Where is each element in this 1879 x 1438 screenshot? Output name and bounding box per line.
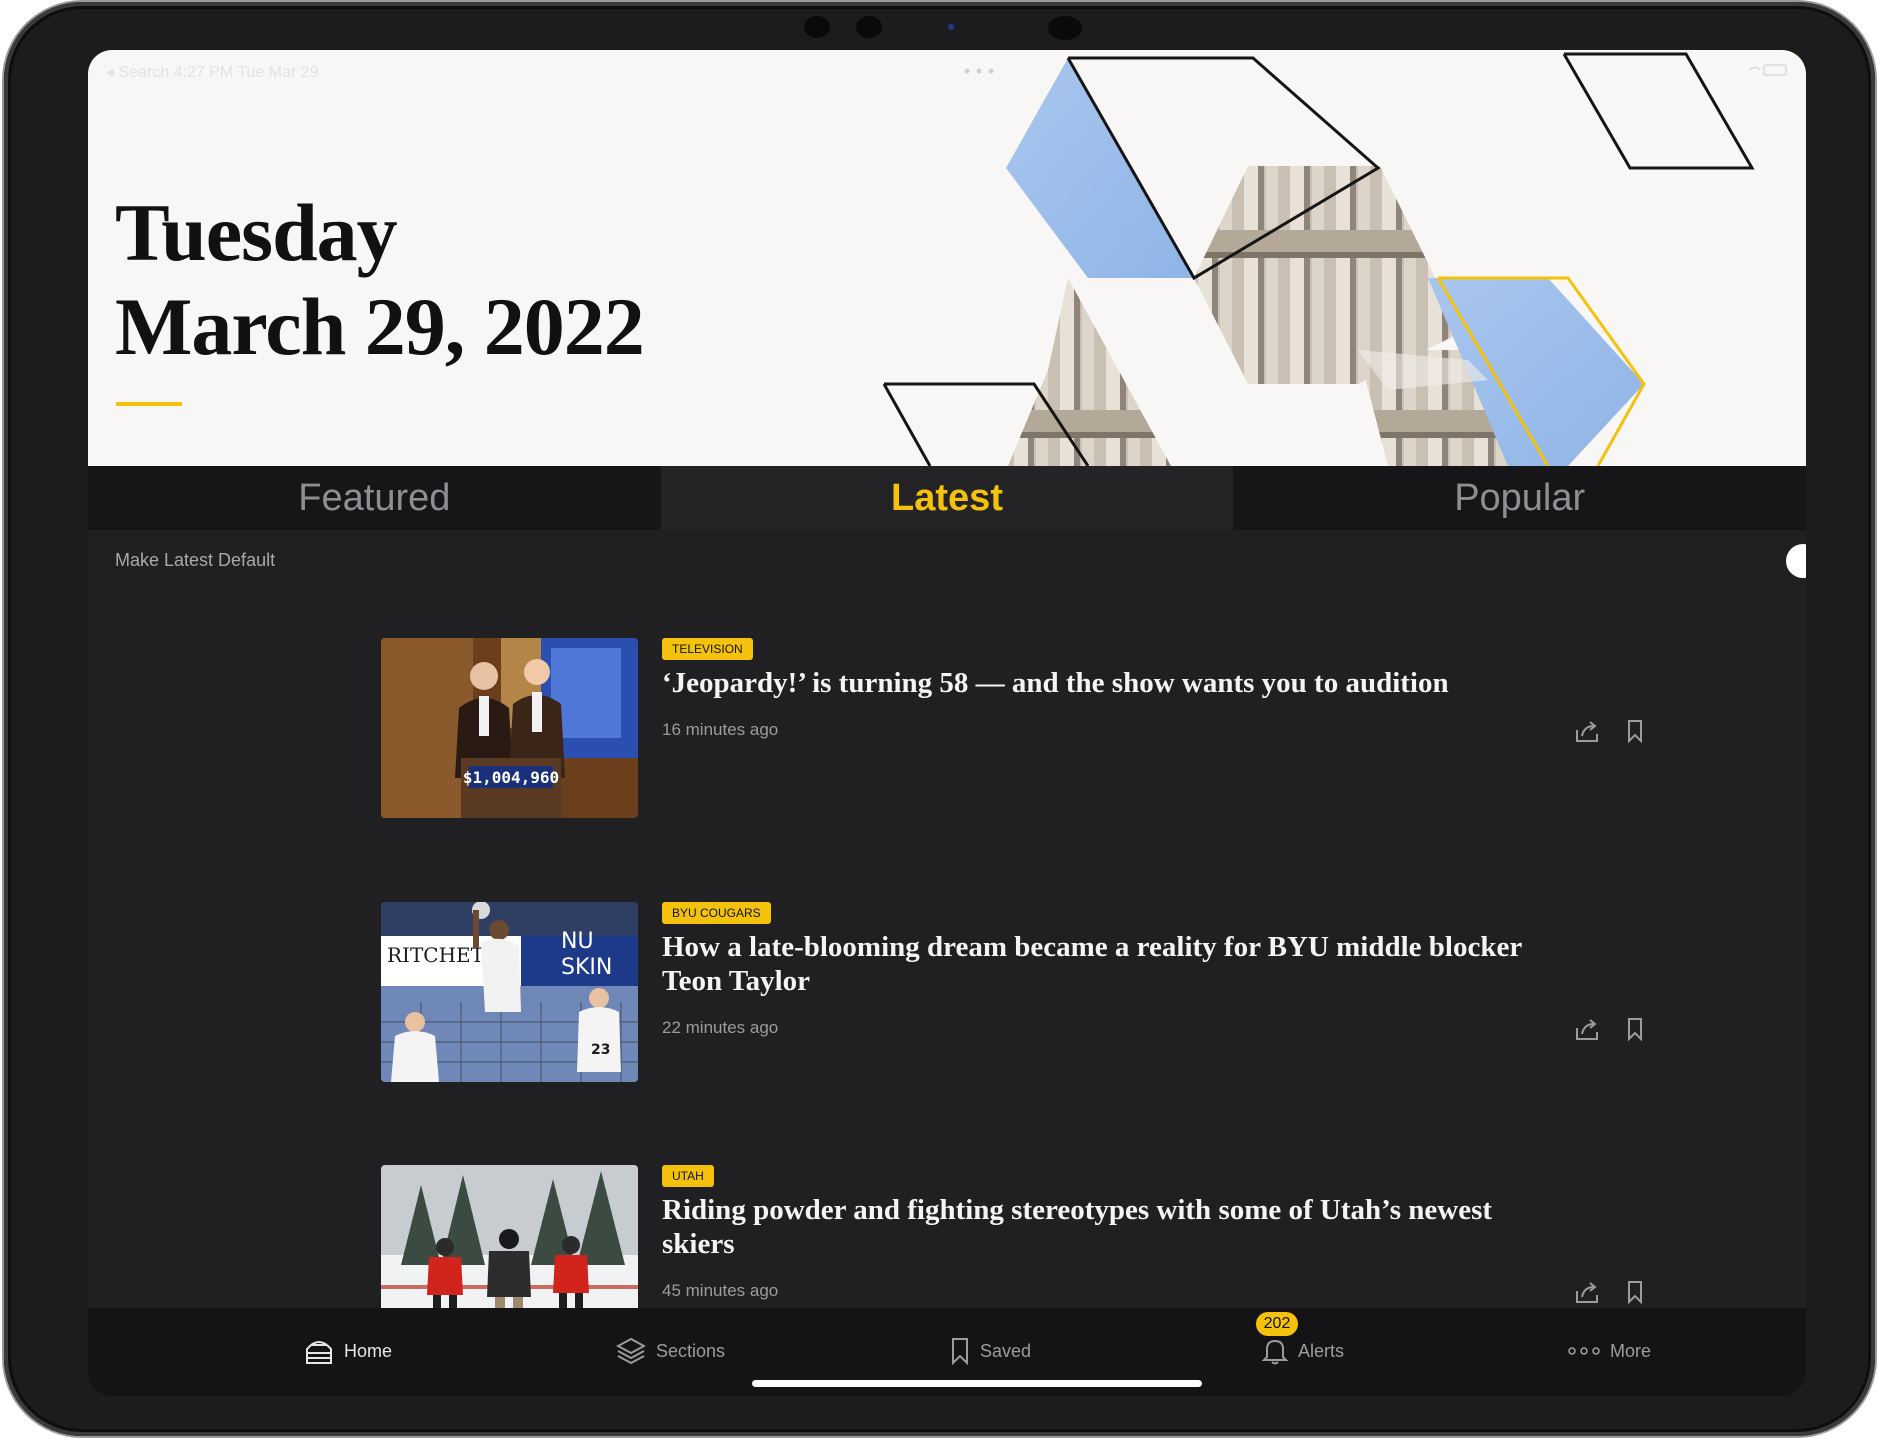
bell-icon [1262,1339,1288,1365]
jeopardy-photo: $1,004,960 [381,638,638,818]
category-badge[interactable]: BYU COUGARS [662,902,771,924]
article-card[interactable]: RITCHETT NU SKIN 23 BYU COUGARS How a la… [381,902,1642,1082]
article-card[interactable]: $1,004,960 TELEVISION ‘Jeopardy!’ is tur… [381,638,1642,818]
tabbar-saved[interactable]: Saved [950,1334,1031,1368]
tablet-frame: ◂ Search 4:27 PM Tue Mar 29 Tuesday Marc… [4,2,1875,1436]
bookmark-icon [952,1338,968,1365]
banner-text: NU [561,929,594,954]
tab-featured[interactable]: Featured [88,466,661,530]
tabbar-sections[interactable]: Sections [616,1334,725,1368]
article-headline[interactable]: How a late-blooming dream became a reali… [662,930,1562,998]
more-icon [1568,1347,1600,1355]
date-title: March 29, 2022 [115,281,645,372]
battery-icon [1749,64,1787,76]
date-header: ◂ Search 4:27 PM Tue Mar 29 Tuesday Marc… [88,50,1806,466]
share-icon[interactable] [1574,1016,1600,1042]
tabbar-alerts[interactable]: Alerts [1262,1334,1344,1368]
tabbar-label: Alerts [1298,1340,1345,1361]
banner-text: SKIN [561,955,612,980]
article-headline[interactable]: Riding powder and fighting stereotypes w… [662,1193,1562,1261]
sensor-dot [1048,16,1082,40]
alerts-count-badge: 202 [1256,1312,1298,1336]
status-bar: ◂ Search 4:27 PM Tue Mar 29 [88,58,1806,82]
sensor-dot [804,16,830,38]
article-time: 16 minutes ago [662,720,779,739]
article-time: 45 minutes ago [662,1281,779,1300]
make-default-label: Make Latest Default [115,550,276,570]
tabbar-label: Sections [656,1340,726,1361]
jersey-number: 23 [591,1042,610,1058]
tabbar-more[interactable]: More [1568,1334,1651,1368]
layers-icon [616,1337,646,1365]
bookmark-icon[interactable] [1625,1279,1645,1305]
category-badge[interactable]: TELEVISION [662,638,753,660]
article-headline[interactable]: ‘Jeopardy!’ is turning 58 — and the show… [662,666,1562,700]
tab-popular[interactable]: Popular [1233,466,1806,530]
make-default-toggle[interactable] [1786,544,1806,578]
multitask-dots-icon[interactable] [964,68,994,74]
tabbar-label: Saved [980,1340,1032,1361]
bookmark-icon[interactable] [1625,1016,1645,1042]
bookmark-icon[interactable] [1625,718,1645,744]
volleyball-photo: RITCHETT NU SKIN 23 [381,902,638,1082]
tab-latest[interactable]: Latest [660,466,1234,530]
article-thumbnail[interactable]: $1,004,960 [381,638,638,818]
sensor-dot [856,16,882,38]
home-icon [306,1341,332,1364]
home-indicator[interactable] [752,1380,1202,1387]
podium-score: $1,004,960 [463,768,559,787]
weekday-title: Tuesday [115,187,398,278]
camera-bar [804,16,1094,40]
article-thumbnail[interactable]: RITCHETT NU SKIN 23 [381,902,638,1082]
status-text: ◂ Search 4:27 PM Tue Mar 29 [106,64,319,81]
tabbar-label: Home [344,1340,393,1361]
tabbar-label: More [1610,1340,1652,1361]
feed-tabs: Featured Latest Popular [88,466,1806,530]
share-icon[interactable] [1574,1279,1600,1305]
tabbar-home[interactable]: Home [304,1334,392,1368]
app-screen: ◂ Search 4:27 PM Tue Mar 29 Tuesday Marc… [88,50,1806,1396]
share-icon[interactable] [1574,718,1600,744]
article-time: 22 minutes ago [662,1018,779,1037]
camera-lens [948,24,954,30]
accent-rule [116,402,182,406]
category-badge[interactable]: UTAH [662,1165,714,1187]
